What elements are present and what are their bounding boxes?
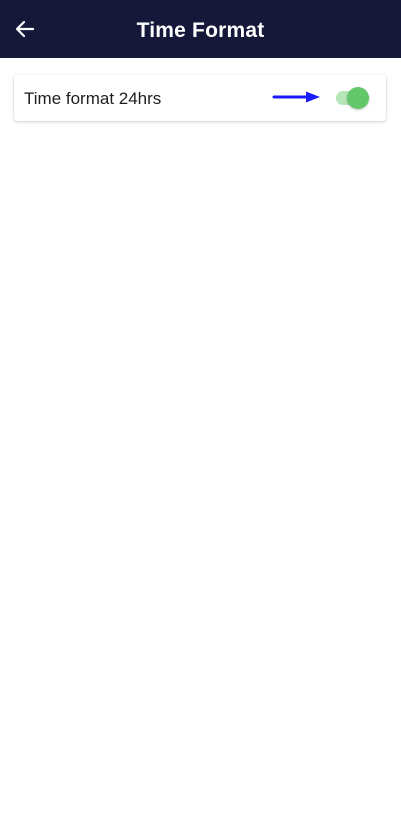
- toggle-thumb: [347, 87, 369, 109]
- setting-row-time-format: Time format 24hrs: [14, 75, 386, 121]
- setting-label: Time format 24hrs: [24, 89, 162, 108]
- page-title: Time Format: [136, 19, 265, 42]
- app-bar: Time Format: [0, 0, 401, 58]
- arrow-right-icon: [272, 91, 320, 103]
- time-format-24hrs-toggle[interactable]: [334, 87, 370, 109]
